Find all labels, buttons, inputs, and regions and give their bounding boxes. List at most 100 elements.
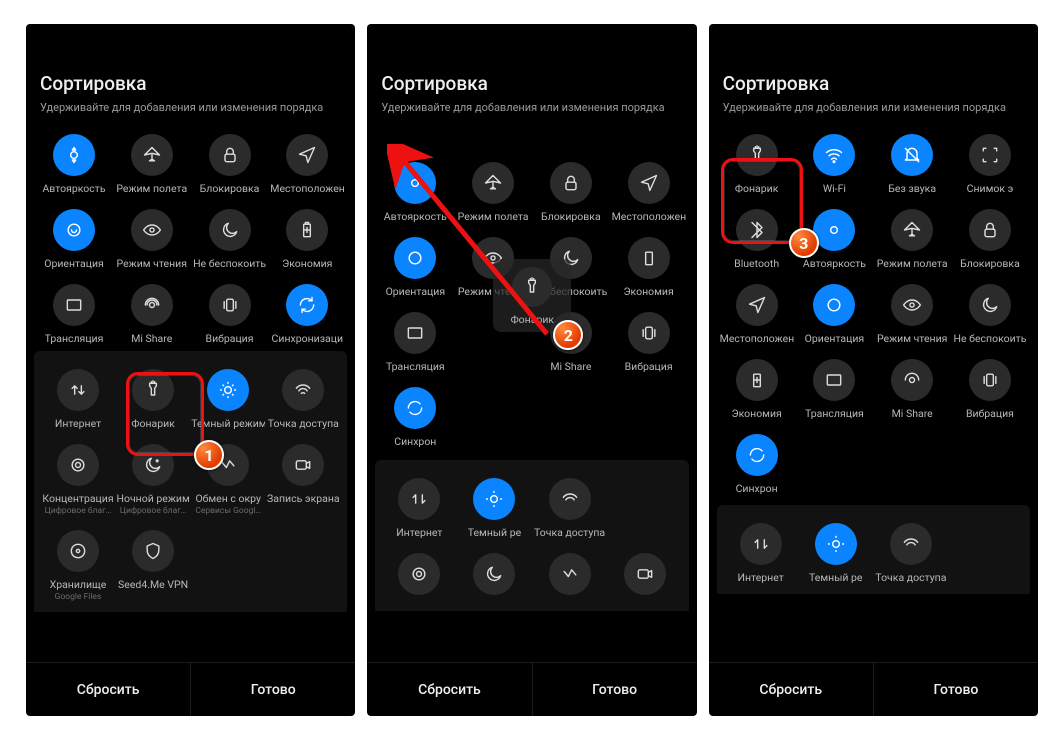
hotspot-icon: [890, 523, 932, 565]
mishare-icon: [131, 284, 173, 326]
battery-icon: [628, 237, 670, 279]
tile-economy[interactable]: Экономия: [613, 231, 685, 302]
tile-dnd[interactable]: Не беспокоить: [954, 278, 1026, 349]
sync-icon: [394, 387, 436, 429]
tile-darkmode[interactable]: Темный ре: [458, 472, 530, 543]
wifi-icon: [813, 134, 855, 176]
done-button[interactable]: Готово: [532, 663, 697, 716]
cast-icon: [53, 284, 95, 326]
tile-dnd[interactable]: Не беспокоить: [535, 231, 607, 302]
tile-cast[interactable]: Трансляция: [798, 353, 870, 424]
reset-button[interactable]: Сбросить: [26, 663, 190, 716]
moon-icon: [969, 284, 1011, 326]
focus-icon: [57, 444, 99, 486]
tile-mishare[interactable]: Mi Share: [116, 278, 188, 349]
tile-orientation[interactable]: Ориентация: [798, 278, 870, 349]
tile-sync[interactable]: Синхрон: [379, 381, 451, 452]
tile-focus[interactable]: Концентрация Цифровое благ…: [42, 438, 114, 520]
tiles-scroller[interactable]: Автояркость Режим полета Блокировка Мест…: [26, 120, 355, 662]
tile-auto-brightness[interactable]: Автояркость: [379, 156, 451, 227]
tile-cast[interactable]: Трансляция: [38, 278, 110, 349]
page-title: Сортировка: [381, 72, 682, 95]
tile-silent[interactable]: Без звука: [876, 128, 948, 199]
tile-reading[interactable]: Режим чтения: [116, 203, 188, 274]
tile-nearby[interactable]: Обмен с окру Сервисы Googl…: [192, 438, 264, 520]
tile-darkmode[interactable]: Темный режим: [192, 363, 264, 434]
darkmode-icon: [473, 478, 515, 520]
reset-button[interactable]: Сбросить: [367, 663, 531, 716]
tile-orientation[interactable]: Ориентация: [379, 231, 451, 302]
lock-icon: [969, 209, 1011, 251]
tile-economy[interactable]: Экономия: [271, 203, 343, 274]
tile-orientation[interactable]: Ориентация: [38, 203, 110, 274]
tile-record[interactable]: Запись экрана: [267, 438, 339, 520]
location-icon: [286, 134, 328, 176]
tile-vibration[interactable]: Вибрация: [613, 306, 685, 377]
battery-icon: [736, 359, 778, 401]
tile-auto-brightness[interactable]: Автояркость: [38, 128, 110, 199]
hotspot-icon: [549, 478, 591, 520]
tile-darkmode[interactable]: Темный ре: [800, 517, 872, 588]
tile-sync[interactable]: Синхрон: [721, 428, 793, 499]
tile-hotspot[interactable]: Точка доступа: [534, 472, 606, 543]
tile-bluetooth[interactable]: Bluetooth: [721, 203, 793, 274]
eye-icon: [472, 237, 514, 279]
updown-icon: [398, 478, 440, 520]
mishare-icon: [550, 312, 592, 354]
tile-airplane[interactable]: Режим полета: [876, 203, 948, 274]
brightness-icon: [53, 134, 95, 176]
tile-auto-brightness[interactable]: Автояркость: [798, 203, 870, 274]
tile-location[interactable]: Местоположен: [613, 156, 685, 227]
tile-reading[interactable]: Режим чтения: [457, 231, 529, 302]
focus-icon: [398, 553, 440, 595]
tile-reading[interactable]: Режим чтения: [876, 278, 948, 349]
darkmode-icon: [815, 523, 857, 565]
airplane-icon: [891, 209, 933, 251]
tile-cast[interactable]: Трансляция: [379, 306, 451, 377]
eye-icon: [891, 284, 933, 326]
tile-economy[interactable]: Экономия: [721, 353, 793, 424]
tile-internet[interactable]: Интернет: [383, 472, 455, 543]
flashlight-icon: [736, 134, 778, 176]
tile-screenshot[interactable]: Снимок э: [954, 128, 1026, 199]
tile-vibration[interactable]: Вибрация: [194, 278, 266, 349]
done-button[interactable]: Готово: [190, 663, 355, 716]
tile-dnd[interactable]: Не беспокоить: [194, 203, 266, 274]
flashlight-icon: [132, 369, 174, 411]
tile-airplane[interactable]: Режим полета: [116, 128, 188, 199]
tile-wifi[interactable]: Wi-Fi: [798, 128, 870, 199]
tile-location[interactable]: Местоположен: [271, 128, 343, 199]
bluetooth-icon: [736, 209, 778, 251]
done-button[interactable]: Готово: [873, 663, 1038, 716]
tile-sync[interactable]: Синхронизаци: [271, 278, 343, 349]
tile-vibration[interactable]: Вибрация: [954, 353, 1026, 424]
tile-internet[interactable]: Интернет: [725, 517, 797, 588]
mishare-icon: [891, 359, 933, 401]
orientation-icon: [394, 237, 436, 279]
airplane-icon: [472, 162, 514, 204]
tile-airplane[interactable]: Режим полета: [457, 156, 529, 227]
tile-lock[interactable]: Блокировка: [535, 156, 607, 227]
nearby-icon: [207, 444, 249, 486]
bell-off-icon: [891, 134, 933, 176]
tile-mishare[interactable]: Mi Share: [876, 353, 948, 424]
tile-hotspot[interactable]: Точка доступа: [875, 517, 947, 588]
tile-internet[interactable]: Интернет: [42, 363, 114, 434]
tile-mishare[interactable]: Mi Share: [535, 306, 607, 377]
tile-flashlight[interactable]: Фонарик: [117, 363, 189, 434]
tile-lock[interactable]: Блокировка: [954, 203, 1026, 274]
sync-icon: [736, 434, 778, 476]
tile-vpn[interactable]: Seed4.Me VPN: [117, 524, 189, 606]
camera-icon: [624, 553, 666, 595]
moon-icon: [550, 237, 592, 279]
tile-lock[interactable]: Блокировка: [194, 128, 266, 199]
tile-hotspot[interactable]: Точка доступа: [267, 363, 339, 434]
tile-night[interactable]: Ночной режим Цифровое благ…: [117, 438, 189, 520]
brightness-icon: [813, 209, 855, 251]
tile-location[interactable]: Местоположен: [721, 278, 793, 349]
tile-flashlight[interactable]: Фонарик: [721, 128, 793, 199]
reset-button[interactable]: Сбросить: [709, 663, 873, 716]
tile-storage[interactable]: Хранилище Google Files: [42, 524, 114, 606]
vibration-icon: [209, 284, 251, 326]
camera-icon: [282, 444, 324, 486]
